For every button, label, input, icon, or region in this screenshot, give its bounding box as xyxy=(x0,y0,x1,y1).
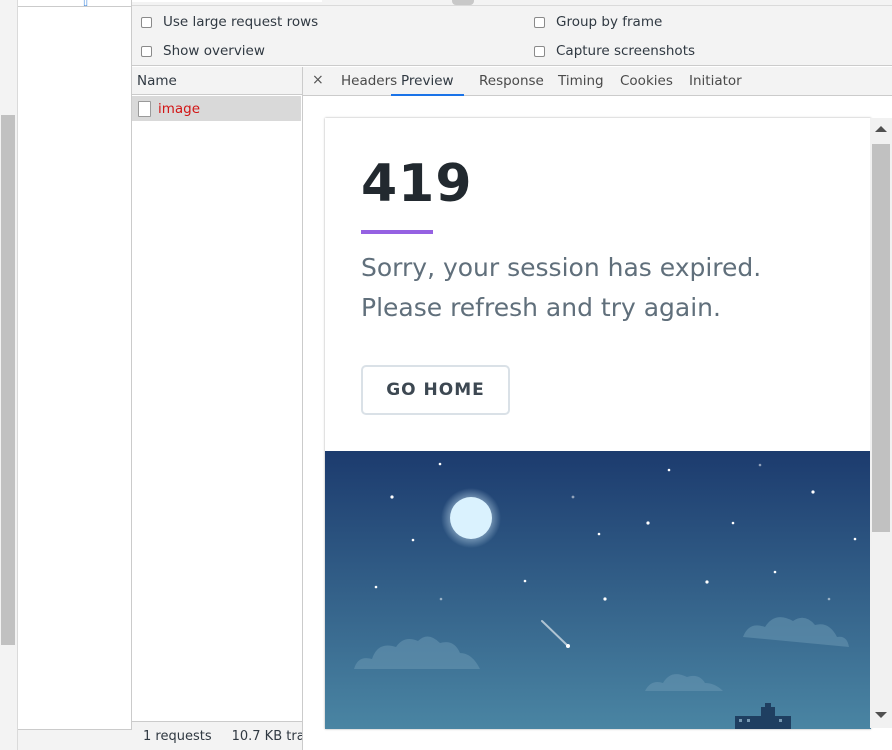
capture-screenshots-label: Capture screenshots xyxy=(556,43,696,59)
name-column-header[interactable]: Name xyxy=(132,67,302,95)
use-large-rows-checkbox[interactable] xyxy=(141,16,152,28)
accent-underline xyxy=(361,230,433,234)
request-row[interactable]: image xyxy=(132,96,301,121)
tab-cookies[interactable]: Cookies xyxy=(620,67,673,96)
use-large-rows-label: Use large request rows xyxy=(163,14,319,30)
request-count: 1 requests xyxy=(143,728,212,744)
transferred-size: 10.7 KB tran: xyxy=(231,728,302,744)
request-name: image xyxy=(158,100,201,117)
group-by-frame-setting[interactable]: Group by frame xyxy=(534,14,662,30)
top-strip-segment xyxy=(132,0,322,2)
go-home-button[interactable]: GO HOME xyxy=(361,365,510,415)
left-scrollbar-thumb[interactable] xyxy=(1,115,15,645)
error-page-preview: 419 Sorry, your session has expired. Ple… xyxy=(325,118,871,729)
sky-background xyxy=(325,451,871,729)
error-code: 419 xyxy=(361,154,473,214)
left-scrollbar[interactable] xyxy=(0,0,18,750)
capture-screenshots-setting[interactable]: Capture screenshots xyxy=(534,43,695,59)
show-overview-setting[interactable]: Show overview xyxy=(141,43,265,59)
show-overview-checkbox[interactable] xyxy=(141,45,152,57)
tab-headers[interactable]: Headers xyxy=(341,67,397,96)
left-panel-topline xyxy=(18,0,132,7)
group-by-frame-checkbox[interactable] xyxy=(534,16,545,28)
network-settings-bar: Use large request rows Show overview Gro… xyxy=(132,0,892,66)
scroll-up-arrow-icon[interactable] xyxy=(875,126,887,132)
file-icon xyxy=(138,100,151,117)
detail-tab-bar: × Headers Preview Response Timing Cookie… xyxy=(303,67,892,96)
settings-top-strip xyxy=(132,0,892,6)
show-overview-label: Show overview xyxy=(163,43,265,59)
preview-scrollbar[interactable] xyxy=(870,118,892,728)
tab-response[interactable]: Response xyxy=(479,67,544,96)
night-sky-illustration xyxy=(325,451,871,729)
shooting-star-head xyxy=(566,644,570,648)
tab-initiator[interactable]: Initiator xyxy=(689,67,742,96)
tab-preview[interactable]: Preview xyxy=(391,67,464,96)
use-large-rows-setting[interactable]: Use large request rows xyxy=(141,14,318,30)
left-panel: ▯ xyxy=(18,0,132,750)
request-list: Name image 1 requests 10.7 KB tran: xyxy=(132,67,303,750)
capture-screenshots-checkbox[interactable] xyxy=(534,45,545,57)
error-message: Sorry, your session has expired. Please … xyxy=(361,253,762,322)
frame-marker-icon: ▯ xyxy=(83,0,88,8)
status-bar: 1 requests 10.7 KB tran: xyxy=(132,721,302,750)
left-panel-footer xyxy=(18,729,132,750)
preview-scrollbar-thumb[interactable] xyxy=(872,144,890,532)
scroll-down-arrow-icon[interactable] xyxy=(875,712,887,718)
tab-timing[interactable]: Timing xyxy=(558,67,604,96)
moon-icon xyxy=(450,497,492,539)
close-icon[interactable]: × xyxy=(312,72,324,88)
group-by-frame-label: Group by frame xyxy=(556,14,663,30)
resize-handle[interactable] xyxy=(452,0,474,5)
preview-pane: 419 Sorry, your session has expired. Ple… xyxy=(303,96,892,750)
